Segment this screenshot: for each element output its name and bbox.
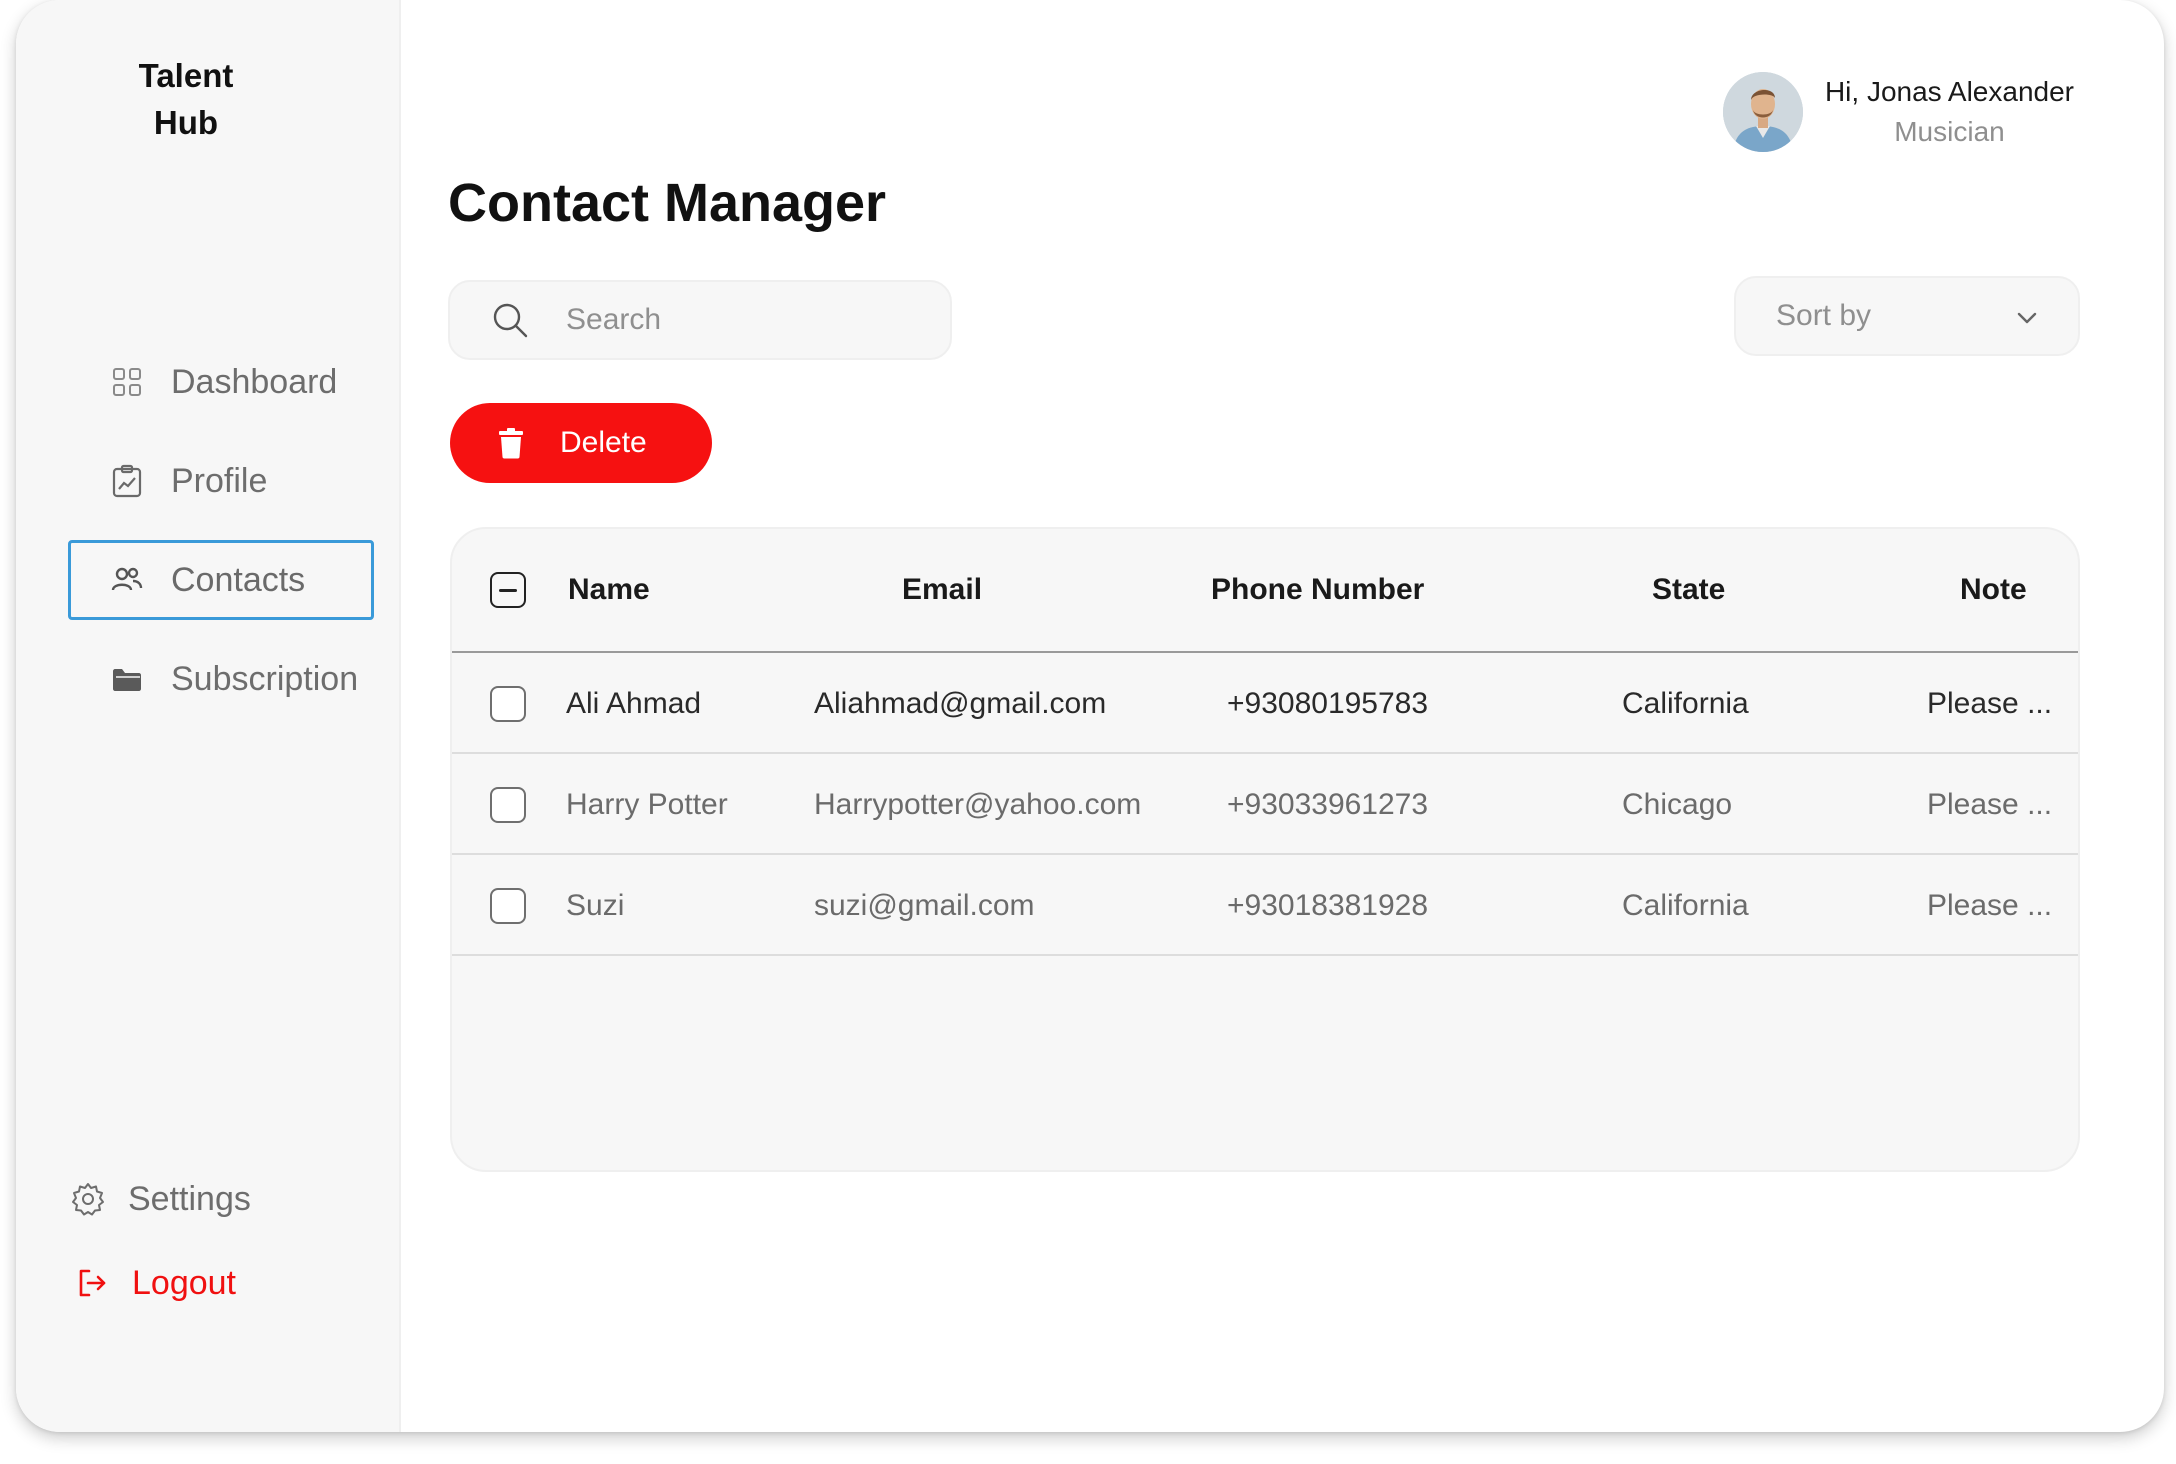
delete-label: Delete bbox=[560, 426, 647, 459]
cell-email: Harrypotter@yahoo.com bbox=[814, 787, 1142, 821]
logout-button[interactable]: Logout bbox=[74, 1253, 236, 1313]
sort-dropdown[interactable]: Sort by bbox=[1734, 276, 2080, 356]
user-role: Musician bbox=[1894, 116, 2005, 147]
cell-state: Chicago bbox=[1622, 787, 1733, 821]
contacts-table: Name Email Phone Number State Note Ali A… bbox=[450, 527, 2080, 1172]
logo-line-1: Talent bbox=[138, 57, 234, 94]
profile-chart-icon bbox=[109, 463, 145, 499]
table-row[interactable]: Ali Ahmad Aliahmad@gmail.com +9308019578… bbox=[452, 655, 2078, 754]
logo-line-2: Hub bbox=[153, 104, 219, 141]
avatar[interactable] bbox=[1722, 72, 1803, 152]
cell-note: Please ... bbox=[1927, 888, 2053, 922]
cell-name: Harry Potter bbox=[566, 787, 728, 821]
cell-email: suzi@gmail.com bbox=[814, 888, 1035, 922]
app-window: Talent Hub Dashboard Profile Contacts Su… bbox=[16, 0, 2164, 1432]
settings-button[interactable]: Settings bbox=[70, 1169, 251, 1229]
sort-label: Sort by bbox=[1776, 299, 1872, 332]
users-icon bbox=[109, 562, 145, 598]
search-input[interactable] bbox=[564, 302, 924, 338]
sidebar-item-label: Dashboard bbox=[171, 362, 338, 401]
table-row[interactable]: Harry Potter Harrypotter@yahoo.com +9303… bbox=[452, 756, 2078, 855]
row-checkbox[interactable] bbox=[490, 786, 526, 823]
row-checkbox[interactable] bbox=[490, 685, 526, 722]
user-greeting: Hi, Jonas Alexander bbox=[1824, 76, 2074, 107]
cell-state: California bbox=[1622, 888, 1749, 922]
header-name[interactable]: Name bbox=[568, 529, 650, 651]
row-checkbox[interactable] bbox=[490, 887, 526, 924]
sidebar: Talent Hub Dashboard Profile Contacts Su… bbox=[16, 0, 401, 1432]
trash-icon bbox=[496, 426, 526, 460]
table-row[interactable]: Suzi suzi@gmail.com +93018381928 Califor… bbox=[452, 857, 2078, 956]
logout-icon bbox=[74, 1265, 110, 1301]
minus-icon bbox=[499, 588, 517, 592]
gear-icon bbox=[70, 1181, 106, 1217]
logout-label: Logout bbox=[132, 1263, 236, 1302]
logo[interactable]: Talent Hub bbox=[16, 52, 356, 146]
cell-name: Ali Ahmad bbox=[566, 686, 702, 720]
grid-icon bbox=[109, 364, 145, 400]
cell-email: Aliahmad@gmail.com bbox=[814, 686, 1107, 720]
header-state[interactable]: State bbox=[1652, 529, 1725, 651]
delete-button[interactable]: Delete bbox=[450, 403, 712, 483]
header-email[interactable]: Email bbox=[902, 529, 982, 651]
sidebar-item-label: Profile bbox=[171, 461, 268, 500]
cell-state: California bbox=[1622, 686, 1749, 720]
cell-note: Please ... bbox=[1927, 787, 2053, 821]
cell-name: Suzi bbox=[566, 888, 625, 922]
sidebar-item-profile[interactable]: Profile bbox=[68, 441, 374, 521]
sidebar-item-contacts[interactable]: Contacts bbox=[68, 540, 374, 620]
page-title: Contact Manager bbox=[448, 173, 887, 233]
cell-phone: +93018381928 bbox=[1227, 888, 1429, 922]
cell-phone: +93080195783 bbox=[1227, 686, 1429, 720]
select-all-checkbox[interactable] bbox=[490, 572, 526, 608]
search-box[interactable] bbox=[448, 280, 952, 360]
sidebar-item-label: Subscription bbox=[171, 659, 359, 698]
folder-icon bbox=[109, 661, 145, 697]
search-icon bbox=[490, 300, 530, 340]
header-note[interactable]: Note bbox=[1960, 529, 2027, 651]
cell-note: Please ... bbox=[1927, 686, 2053, 720]
header-phone[interactable]: Phone Number bbox=[1211, 529, 1424, 651]
chevron-down-icon bbox=[2016, 299, 2038, 333]
cell-phone: +93033961273 bbox=[1227, 787, 1429, 821]
sidebar-item-subscription[interactable]: Subscription bbox=[68, 639, 374, 719]
settings-label: Settings bbox=[128, 1179, 251, 1218]
sidebar-item-dashboard[interactable]: Dashboard bbox=[68, 342, 374, 422]
user-info: Hi, Jonas Alexander Musician bbox=[1825, 72, 2074, 152]
user-profile[interactable]: Hi, Jonas Alexander Musician bbox=[1722, 72, 2074, 152]
sidebar-item-label: Contacts bbox=[171, 560, 306, 599]
table-header: Name Email Phone Number State Note bbox=[452, 529, 2078, 653]
